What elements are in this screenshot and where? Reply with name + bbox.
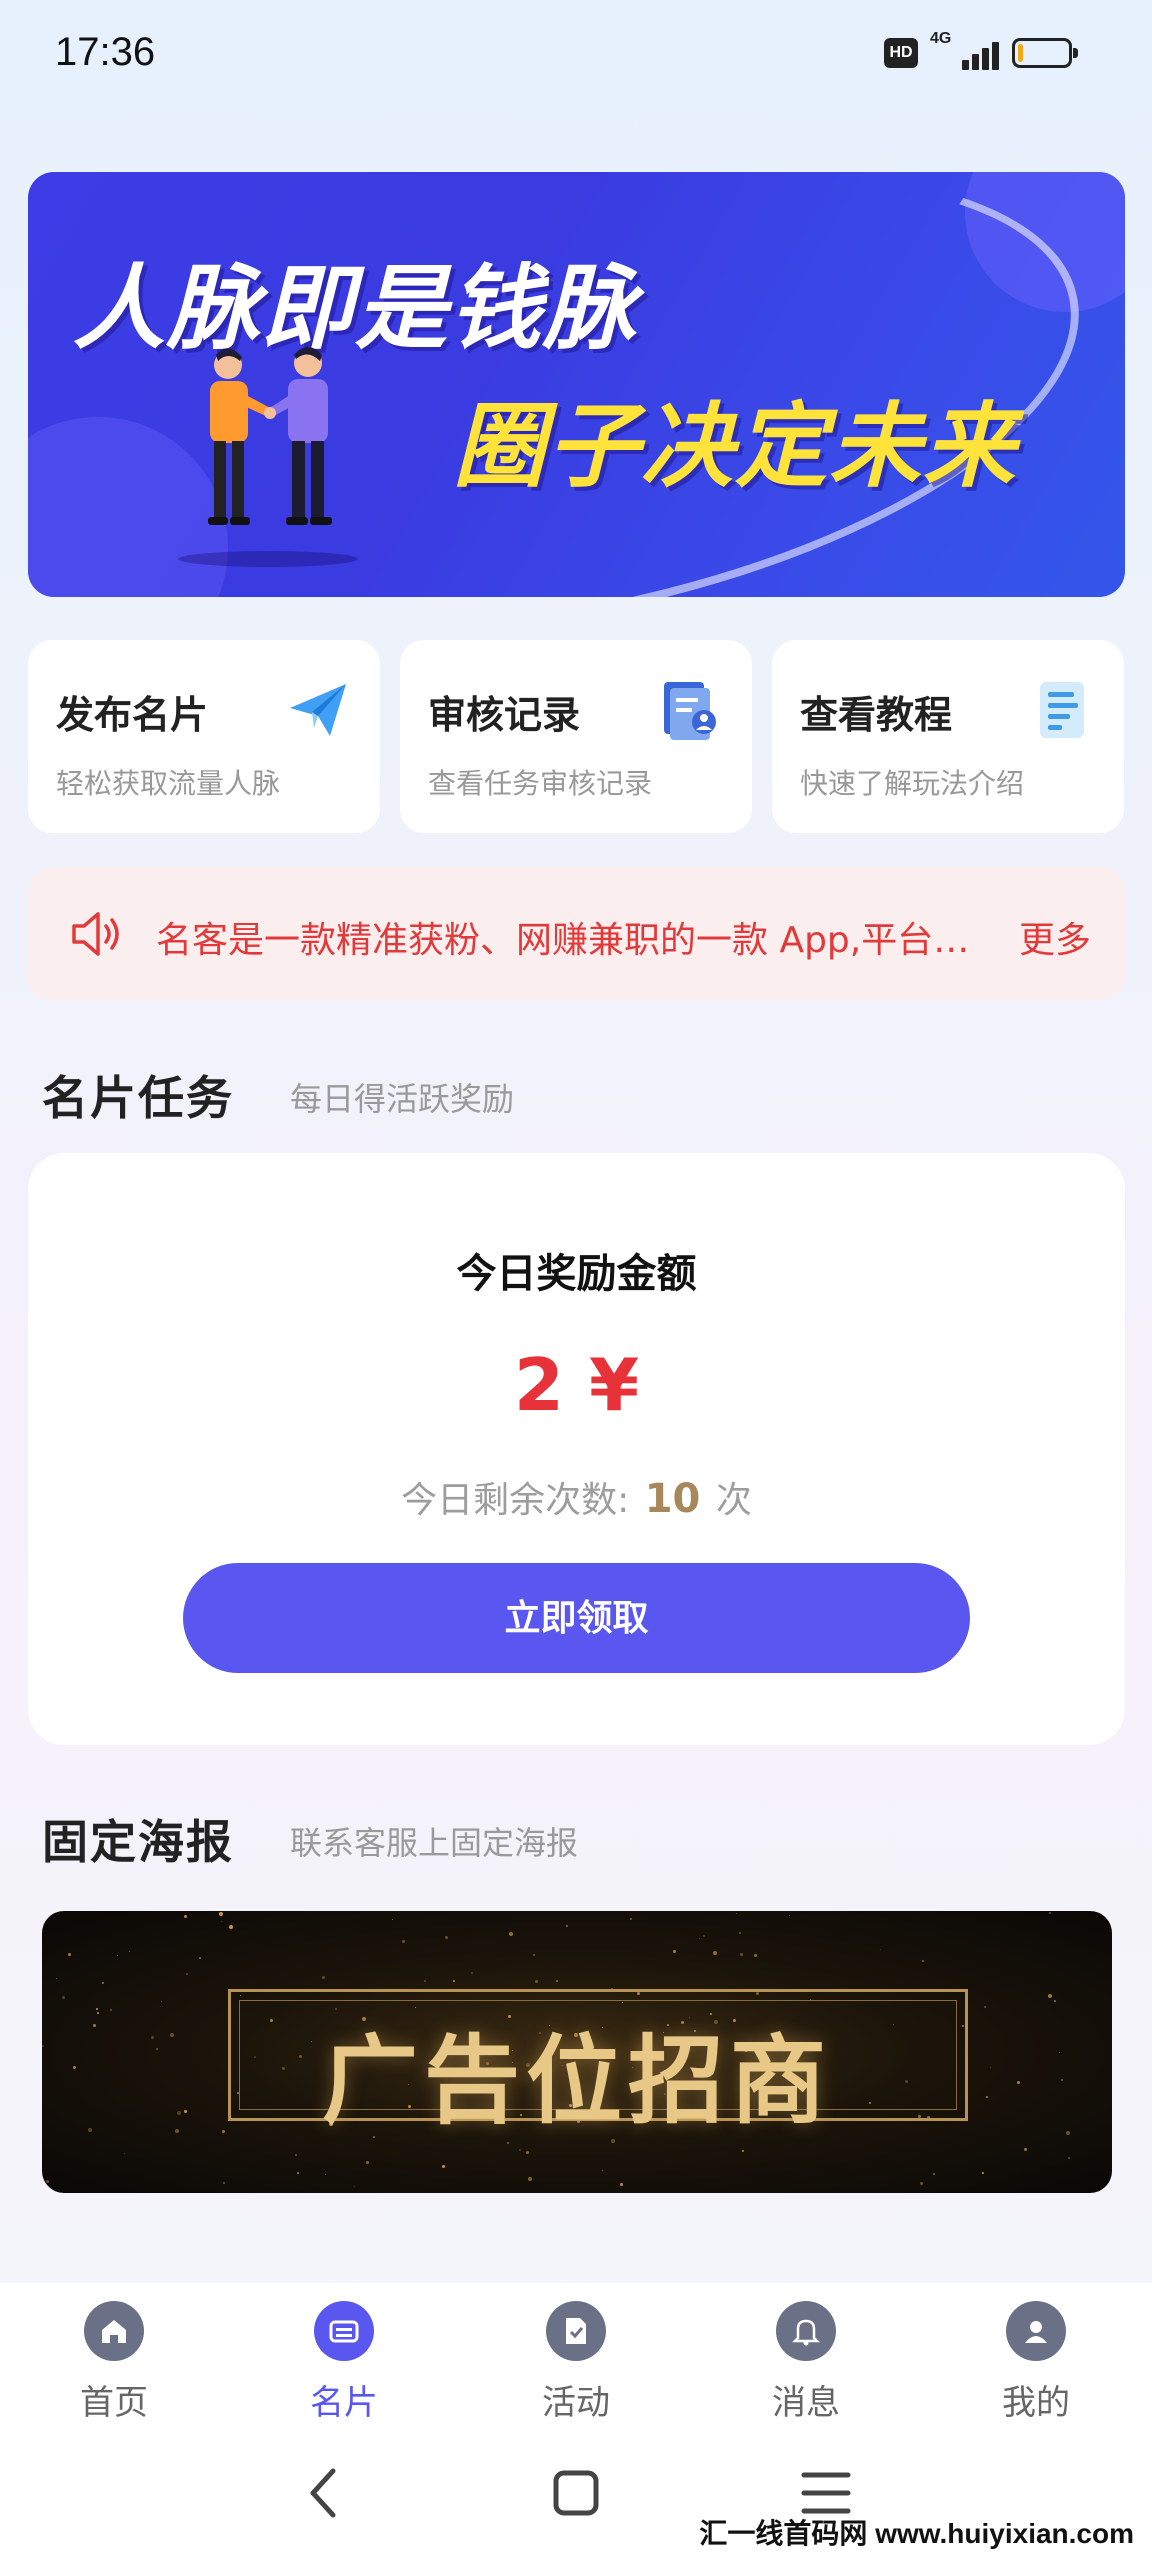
tutorial-button[interactable]: 查看教程 快速了解玩法介绍: [772, 640, 1124, 833]
paper-plane-icon: [290, 684, 346, 736]
bell-icon: [776, 2301, 836, 2361]
remaining-number: 10: [644, 1476, 701, 1522]
announcement-more-link[interactable]: 更多: [1019, 911, 1091, 963]
home-nav-icon[interactable]: [546, 2463, 606, 2523]
home-icon: [84, 2301, 144, 2361]
tab-profile[interactable]: 我的: [956, 2301, 1116, 2424]
tab-activity[interactable]: 活动: [496, 2301, 656, 2424]
quick-action-subtitle: 轻松获取流量人脉: [56, 767, 281, 800]
announcement-text: 名客是一款精准获粉、网赚兼职的一款 App,平台…: [156, 920, 970, 961]
profile-icon: [1006, 2301, 1066, 2361]
claim-now-button[interactable]: 立即领取: [183, 1563, 970, 1673]
remaining-prefix: 今日剩余次数:: [401, 1480, 630, 1521]
tab-label: 消息: [772, 2383, 840, 2423]
quick-action-title: 查看教程: [800, 693, 953, 737]
section-subtitle-tasks: 每日得活跃奖励: [290, 1080, 515, 1118]
quick-action-subtitle: 查看任务审核记录: [428, 767, 653, 800]
section-title-tasks: 名片任务: [42, 1071, 234, 1125]
tab-label: 我的: [1002, 2383, 1070, 2423]
network-type: 4G: [930, 30, 952, 47]
watermark: 汇一线首码网 www.huiyixian.com: [699, 2518, 1134, 2549]
promo-banner[interactable]: 人脉即是钱脉 圈子决定未来: [28, 172, 1125, 597]
handshake-illustration-icon: [178, 347, 358, 567]
tab-label: 首页: [80, 2383, 148, 2423]
quick-action-title: 审核记录: [428, 693, 581, 737]
battery-icon: [1012, 38, 1078, 68]
quick-action-subtitle: 快速了解玩法介绍: [800, 767, 1025, 800]
card-icon: [314, 2301, 374, 2361]
tab-home[interactable]: 首页: [34, 2301, 194, 2424]
reward-amount: 2 ¥: [513, 1343, 640, 1427]
announcement-bar[interactable]: 名客是一款精准获粉、网赚兼职的一款 App,平台… 更多: [28, 867, 1125, 1000]
bottom-tab-bar: 首页 名片 活动 消息 我的: [0, 2283, 1152, 2433]
reward-label: 今日奖励金额: [456, 1251, 697, 1297]
publish-card-button[interactable]: 发布名片 轻松获取流量人脉: [28, 640, 380, 833]
status-bar: 17:36 HD 4G: [0, 0, 1152, 110]
back-icon[interactable]: [295, 2463, 355, 2523]
quick-action-title: 发布名片: [56, 693, 209, 737]
speaker-icon: [72, 912, 119, 956]
remaining-count: 今日剩余次数: 10 次: [28, 1471, 1125, 1523]
tab-messages[interactable]: 消息: [726, 2301, 886, 2424]
hd-badge: HD: [884, 38, 918, 68]
section-subtitle-poster: 联系客服上固定海报: [290, 1824, 579, 1862]
ad-poster-image[interactable]: 广告位招商: [42, 1911, 1112, 2193]
document-icon: [1040, 682, 1084, 738]
section-title-poster: 固定海报: [42, 1815, 234, 1869]
banner-headline-2: 圈子决定未来: [453, 393, 1018, 500]
tab-label: 名片: [310, 2383, 378, 2423]
system-navigation-bar: 汇一线首码网 www.huiyixian.com: [0, 2433, 1152, 2560]
reward-card: 今日奖励金额 2 ¥ 今日剩余次数: 10 次 立即领取: [28, 1153, 1125, 1745]
activity-icon: [546, 2301, 606, 2361]
status-time: 17:36: [55, 30, 156, 74]
document-user-icon: [664, 682, 716, 740]
cellular-signal-icon: 4G: [930, 30, 1000, 72]
tab-label: 活动: [542, 2383, 610, 2423]
audit-records-button[interactable]: 审核记录 查看任务审核记录: [400, 640, 752, 833]
tab-card[interactable]: 名片: [264, 2301, 424, 2424]
poster-text: 广告位招商: [322, 2024, 832, 2137]
remaining-suffix: 次: [715, 1480, 752, 1521]
